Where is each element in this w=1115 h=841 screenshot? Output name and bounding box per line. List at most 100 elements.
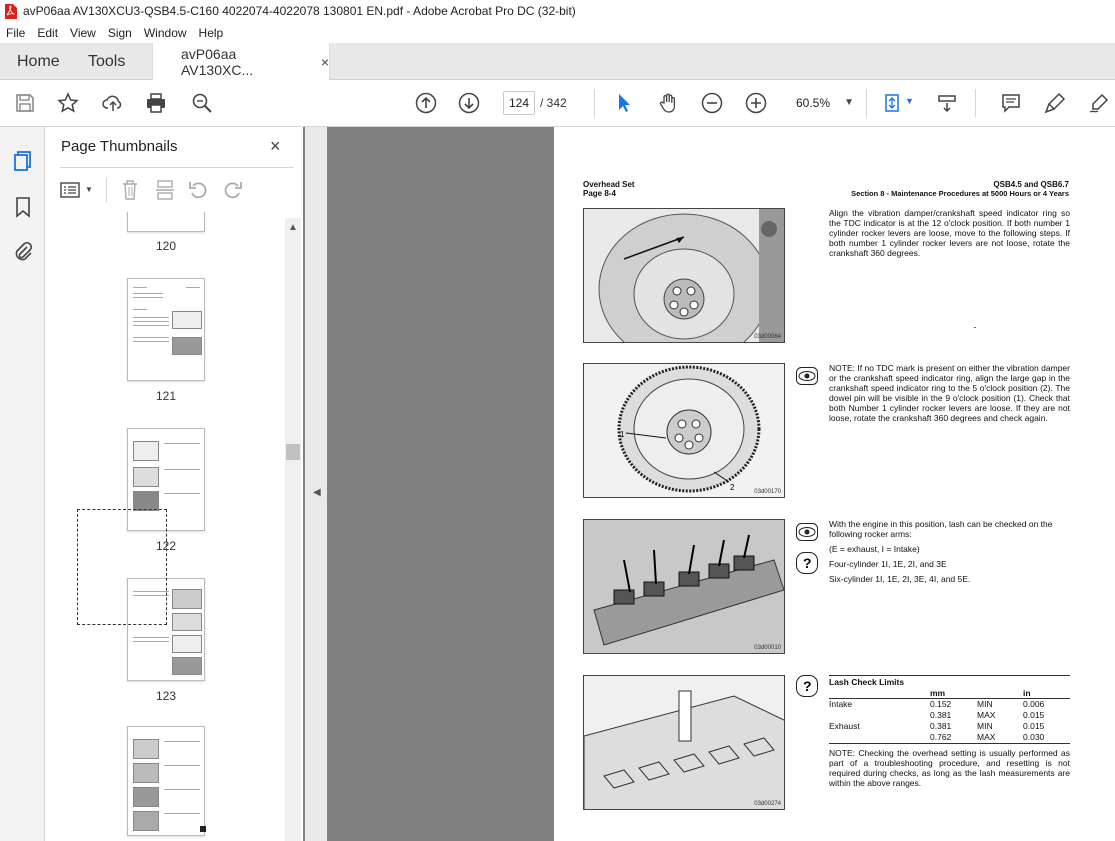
cloud-upload-icon [102, 95, 122, 111]
thumbnail-scrollbar-thumb[interactable] [286, 444, 300, 460]
panel-collapse-handle[interactable]: ◀ [305, 127, 327, 841]
print-button[interactable] [143, 90, 169, 116]
rotate-clockwise-icon[interactable] [221, 179, 243, 201]
thumbnail-label: 120 [155, 239, 177, 253]
comment-icon [1002, 94, 1020, 113]
svg-text:?: ? [803, 555, 812, 571]
figure-rocker-arms-drawing [584, 520, 784, 653]
page-total: / 342 [540, 96, 567, 110]
menu-edit[interactable]: Edit [31, 26, 64, 40]
menu-help[interactable]: Help [193, 26, 230, 40]
lash-unit-in: in [1023, 688, 1031, 698]
upload-button[interactable] [100, 90, 126, 116]
insert-page-icon[interactable] [155, 179, 175, 201]
tab-home[interactable]: Home [17, 43, 60, 80]
tab-document-label: avP06aa AV130XC... [181, 46, 254, 78]
highlight-button[interactable] [1042, 90, 1068, 116]
arrow-down-circle-icon [458, 92, 480, 114]
page-speck: · [624, 154, 625, 158]
left-navigation-rail [0, 127, 45, 841]
zoom-in-button[interactable] [743, 90, 769, 116]
figure-id: 03d00064 [754, 334, 781, 340]
bookmarks-icon[interactable] [11, 195, 35, 219]
tab-document[interactable]: avP06aa AV130XC... × [152, 43, 330, 81]
page-thumbnails-icon[interactable] [11, 149, 35, 173]
zoom-out-button[interactable] [699, 90, 725, 116]
tab-bar: Home Tools avP06aa AV130XC... × [0, 43, 1115, 81]
cursor-arrow-icon [619, 94, 630, 112]
options-chevron-icon[interactable]: ▼ [85, 185, 93, 194]
pen-sign-icon [1089, 93, 1109, 113]
menu-view[interactable]: View [64, 26, 102, 40]
delete-page-trash-icon[interactable] [120, 179, 140, 201]
figure-id: 03d00274 [754, 801, 781, 807]
thumbnail-resize-handle[interactable] [200, 826, 206, 832]
figure-damper: 03d00064 [583, 208, 785, 343]
callout-1-label: 1 [620, 430, 625, 439]
menu-window[interactable]: Window [138, 26, 193, 40]
thumbnail-label: 121 [155, 389, 177, 403]
header-left-page: Page 8-4 [583, 189, 616, 198]
page-thumbnail[interactable] [127, 212, 205, 232]
attachments-paperclip-icon[interactable] [11, 240, 35, 264]
scrolling-mode-button[interactable] [934, 90, 960, 116]
page-thumbnail-current[interactable] [127, 726, 205, 836]
note-tdc: NOTE: If no TDC mark is present on eithe… [829, 363, 1070, 423]
toolbar-divider [594, 89, 595, 117]
eye-inspect-icon [796, 367, 818, 385]
paragraph-four-cylinder: Four-cylinder 1I, 1E, 2I, and 3E [829, 559, 947, 569]
page-thumbnail[interactable] [127, 278, 205, 381]
menu-sign[interactable]: Sign [102, 26, 138, 40]
lash-row-mm: 0.762 [930, 732, 952, 742]
lash-row-in: 0.015 [1023, 710, 1045, 720]
hand-icon [659, 93, 676, 113]
arrow-up-circle-icon [415, 92, 437, 114]
sign-button[interactable] [1086, 90, 1112, 116]
table-top-rule [829, 675, 1070, 676]
previous-page-button[interactable] [413, 90, 439, 116]
bookmark-star-button[interactable] [55, 90, 81, 116]
search-icon [192, 93, 212, 113]
zoom-level-dropdown[interactable]: 60.5% ▼ [788, 91, 858, 115]
panel-toolbar-divider [106, 178, 107, 202]
menu-file[interactable]: File [0, 26, 31, 40]
panel-close-icon[interactable]: × [270, 136, 281, 157]
comment-button[interactable] [998, 90, 1024, 116]
printer-icon [147, 93, 165, 113]
page-number-input[interactable]: 124 [503, 91, 535, 115]
save-button[interactable] [12, 90, 38, 116]
figure-overhead-set-drawing [584, 690, 784, 809]
tab-tools[interactable]: Tools [88, 43, 125, 80]
lash-row-mm: 0.381 [930, 710, 952, 720]
scroll-up-chevron-icon[interactable]: ▲ [288, 222, 298, 233]
star-icon [57, 92, 79, 113]
table-bottom-rule [829, 743, 1070, 744]
lash-row-name: Intake [829, 699, 853, 709]
lash-row-limit: MAX [977, 710, 996, 720]
paragraph-legend: (E = exhaust, I = Intake) [829, 544, 920, 554]
panel-divider [60, 167, 294, 168]
pdf-page: · Overhead Set Page 8-4 QSB4.5 and QSB6.… [554, 127, 1115, 841]
thumbnail-label: 123 [155, 689, 177, 703]
select-tool-button[interactable] [611, 90, 637, 116]
lash-row-mm: 0.381 [930, 721, 952, 731]
next-page-button[interactable] [456, 90, 482, 116]
thumbnail-options-icon[interactable] [60, 180, 82, 200]
lash-row-limit: MIN [977, 721, 993, 731]
fit-page-button[interactable] [879, 90, 905, 116]
question-measure-icon: ? [796, 675, 818, 697]
menu-bar: File Edit View Sign Window Help [0, 22, 1115, 43]
tab-close-icon[interactable]: × [321, 54, 329, 70]
figure-id: 03d00170 [754, 489, 781, 495]
thumbnail-scrollbar[interactable] [285, 218, 301, 841]
fit-page-chevron-icon[interactable]: ▼ [905, 96, 914, 106]
pdf-file-icon [5, 3, 17, 19]
lash-table-title: Lash Check Limits [829, 677, 905, 687]
lash-row-mm: 0.152 [930, 699, 952, 709]
rotate-counterclockwise-icon[interactable] [188, 179, 210, 201]
figure-speed-ring: 1 2 03d00170 [583, 363, 785, 498]
find-button[interactable] [189, 90, 215, 116]
hand-tool-button[interactable] [655, 90, 681, 116]
paragraph-engine-position: With the engine in this position, lash c… [829, 519, 1053, 539]
lash-row-in: 0.006 [1023, 699, 1045, 709]
